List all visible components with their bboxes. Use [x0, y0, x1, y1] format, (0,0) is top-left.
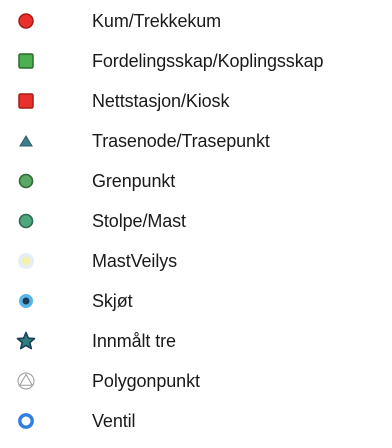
- green-square-icon: [14, 49, 38, 73]
- green-circle-icon: [14, 169, 38, 193]
- legend-item-innmalt-tre: Innmålt tre: [0, 326, 392, 356]
- legend-item-label: Fordelingsskap/Koplingsskap: [92, 51, 324, 71]
- legend-item-fordelingsskap: Fordelingsskap/Koplingsskap: [0, 46, 392, 76]
- legend-item-polygonpunkt: Polygonpunkt: [0, 366, 392, 396]
- light-glow-icon: [14, 249, 38, 273]
- teal-triangle-icon: [14, 129, 38, 153]
- legend-item-label: Nettstasjon/Kiosk: [92, 91, 230, 111]
- legend-item-label: Skjøt: [92, 291, 133, 311]
- valve-ring-icon: [14, 409, 38, 433]
- red-square-icon: [14, 89, 38, 113]
- legend-item-nettstasjon: Nettstasjon/Kiosk: [0, 86, 392, 116]
- legend-item-kum: Kum/Trekkekum: [0, 6, 392, 36]
- legend-item-skjot: Skjøt: [0, 286, 392, 316]
- legend-item-trasenode: Trasenode/Trasepunkt: [0, 126, 392, 156]
- legend-item-label: Ventil: [92, 411, 136, 431]
- star-icon: [14, 329, 38, 353]
- polygon-point-icon: [14, 369, 38, 393]
- legend-item-label: Grenpunkt: [92, 171, 176, 191]
- legend-item-label: MastVeilys: [92, 251, 178, 271]
- legend-item-mastveilys: MastVeilys: [0, 246, 392, 276]
- red-circle-icon: [14, 9, 38, 33]
- joint-circle-icon: [14, 289, 38, 313]
- legend-item-label: Stolpe/Mast: [92, 211, 186, 231]
- legend-item-label: Innmålt tre: [92, 331, 176, 351]
- legend-item-label: Polygonpunkt: [92, 371, 200, 391]
- legend-item-ventil: Ventil: [0, 406, 392, 436]
- legend-item-label: Trasenode/Trasepunkt: [92, 131, 270, 151]
- legend-item-grenpunkt: Grenpunkt: [0, 166, 392, 196]
- legend-item-stolpe: Stolpe/Mast: [0, 206, 392, 236]
- legend-item-label: Kum/Trekkekum: [92, 11, 222, 31]
- symbol-legend: Kum/Trekkekum Fordelingsskap/Koplingsska…: [0, 0, 392, 448]
- teal-green-circle-icon: [14, 209, 38, 233]
